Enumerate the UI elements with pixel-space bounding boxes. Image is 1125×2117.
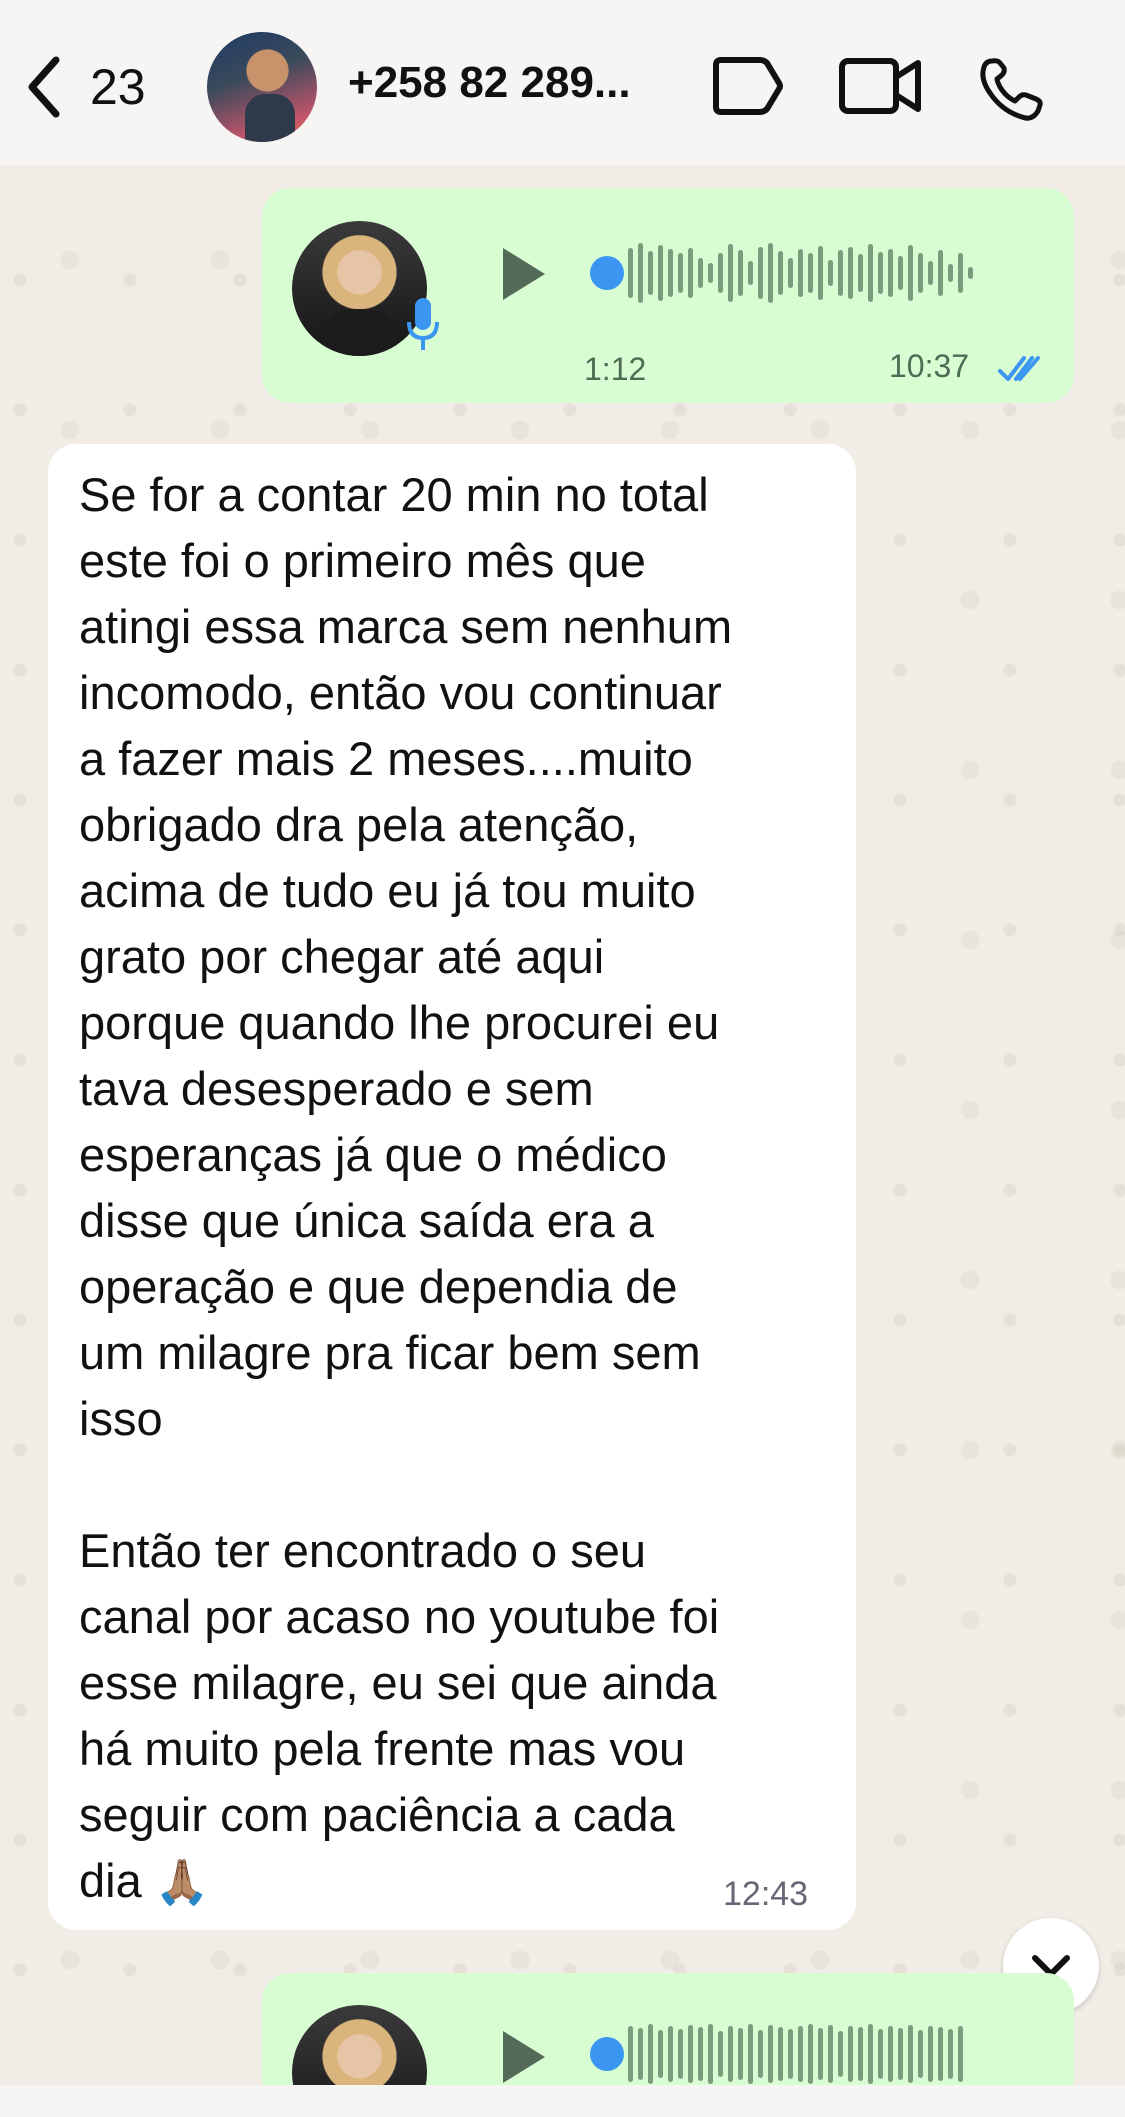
- video-call-icon[interactable]: [838, 55, 924, 117]
- voice-duration: 1:12: [584, 351, 647, 387]
- audio-waveform[interactable]: [628, 2019, 963, 2089]
- folded-hands-emoji: 🙏🏽: [154, 1858, 210, 1907]
- play-icon[interactable]: [499, 246, 549, 302]
- voice-message-outgoing: 1:12 10:37: [262, 188, 1074, 403]
- playback-position-dot[interactable]: [590, 2037, 624, 2071]
- back-chevron-icon: [28, 56, 60, 118]
- audio-waveform[interactable]: [628, 238, 973, 308]
- voice-message-outgoing: [262, 1973, 1074, 2117]
- playback-position-dot[interactable]: [590, 256, 624, 290]
- microphone-icon: [407, 298, 439, 350]
- message-text: Se for a contar 20 min no total este foi…: [79, 468, 733, 1907]
- contact-avatar[interactable]: [207, 32, 317, 142]
- chat-header: 23 +258 82 289...: [0, 0, 1125, 165]
- back-button[interactable]: 23: [22, 52, 146, 122]
- read-ticks-icon: [998, 356, 1040, 381]
- message-time: 12:43: [723, 1875, 809, 1913]
- input-bar: [0, 2085, 1125, 2117]
- tag-icon[interactable]: [708, 55, 784, 117]
- unread-count: 23: [90, 59, 146, 115]
- play-icon[interactable]: [499, 2029, 549, 2085]
- contact-name[interactable]: +258 82 289...: [348, 58, 631, 108]
- phone-icon[interactable]: [978, 55, 1046, 123]
- message-time: 10:37: [889, 348, 970, 384]
